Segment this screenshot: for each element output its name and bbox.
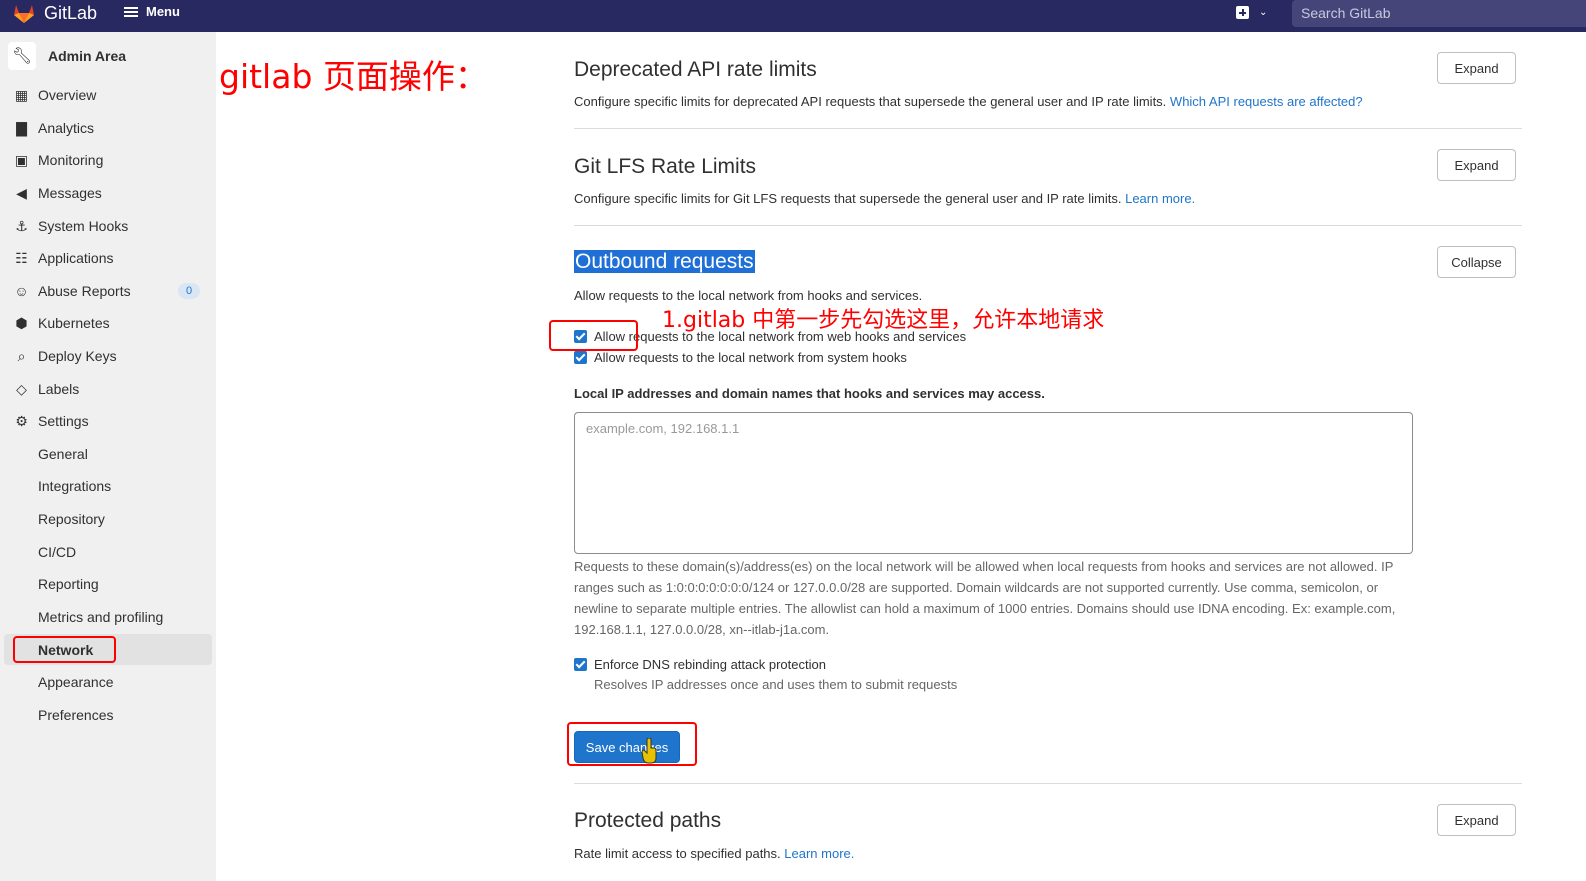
logo-text: GitLab	[44, 2, 98, 23]
chevron-down-icon: ⌄	[1259, 7, 1268, 18]
sidebar-item-label: Settings	[38, 413, 89, 429]
lfs-expand-button[interactable]: Expand	[1437, 149, 1516, 181]
new-dropdown-button[interactable]: ⌄	[1236, 6, 1267, 19]
allow-system-hooks-checkbox[interactable]: Allow requests to the local network from…	[574, 350, 907, 365]
wrench-icon: 🔧︎	[8, 42, 36, 70]
outbound-section-desc: Allow requests to the local network from…	[574, 288, 923, 303]
search-input[interactable]: Search GitLab	[1292, 0, 1586, 27]
allowlist-textarea[interactable]: example.com, 192.168.1.1	[574, 412, 1413, 554]
plus-square-icon	[1236, 6, 1249, 19]
deprecated-section-title: Deprecated API rate limits	[574, 58, 817, 81]
sidebar-item-labels[interactable]: ◇ Labels	[13, 378, 79, 400]
hand-cursor-icon	[641, 738, 657, 764]
annotation-box-save	[567, 722, 697, 766]
allowlist-field-label: Local IP addresses and domain names that…	[574, 386, 1045, 401]
sidebar-item-monitoring[interactable]: ▣ Monitoring	[13, 149, 104, 171]
section-divider	[574, 128, 1522, 129]
gear-icon: ⚙	[15, 412, 28, 429]
monitoring-icon: ▣	[14, 151, 29, 168]
sidebar: 🔧︎ Admin Area ▦ Overview ▇ Analytics ▣ M…	[0, 32, 216, 881]
sidebar-item-abuse-reports[interactable]: ☺ Abuse Reports	[13, 280, 131, 302]
sidebar-item-system-hooks[interactable]: ⚓ System Hooks	[13, 215, 128, 237]
outbound-section-title: Outbound requests	[574, 250, 755, 273]
menu-label: Menu	[146, 4, 180, 19]
sidebar-item-label: System Hooks	[38, 218, 129, 234]
allowlist-help-text: Requests to these domain(s)/address(es) …	[574, 559, 1396, 637]
dns-rebinding-checkbox[interactable]: Enforce DNS rebinding attack protection	[574, 657, 826, 672]
lfs-section-desc: Configure specific limits for Git LFS re…	[574, 191, 1196, 206]
lfs-learn-more-link[interactable]: Learn more.	[1125, 191, 1195, 206]
settings-item-metrics[interactable]: Metrics and profiling	[38, 606, 163, 628]
sidebar-item-analytics[interactable]: ▇ Analytics	[13, 117, 94, 139]
abuse-icon: ☺	[14, 283, 29, 299]
protected-learn-more-link[interactable]: Learn more.	[784, 846, 854, 861]
abuse-count-badge: 0	[178, 283, 200, 299]
sidebar-item-label: Overview	[38, 87, 97, 103]
sidebar-item-messages[interactable]: ◀ Messages	[13, 182, 102, 204]
sidebar-item-kubernetes[interactable]: ⬢ Kubernetes	[13, 312, 110, 334]
menu-button[interactable]: Menu	[124, 4, 180, 19]
dns-rebinding-help: Resolves IP addresses once and uses them…	[594, 677, 958, 692]
sidebar-item-overview[interactable]: ▦ Overview	[13, 84, 96, 106]
gitlab-logo[interactable]: GitLab	[12, 2, 97, 24]
lfs-section-title: Git LFS Rate Limits	[574, 155, 757, 178]
applications-icon: ☷	[15, 249, 28, 266]
hamburger-icon	[124, 6, 138, 17]
top-bar: GitLab Menu ⌄ Search GitLab	[0, 0, 1586, 32]
sidebar-item-label: Labels	[38, 381, 80, 397]
deprecated-expand-button[interactable]: Expand	[1437, 52, 1516, 84]
key-icon: ⌕	[17, 347, 26, 364]
sidebar-item-label: Analytics	[38, 120, 95, 136]
annotation-step1: 1.gitlab 中第一步先勾选这里，允许本地请求	[662, 308, 1105, 333]
sidebar-item-label: Kubernetes	[38, 315, 110, 331]
annotation-box-network	[13, 636, 116, 663]
settings-item-appearance[interactable]: Appearance	[38, 671, 114, 693]
sidebar-item-label: Messages	[38, 185, 102, 201]
kubernetes-icon: ⬢	[15, 314, 28, 331]
sidebar-header[interactable]: 🔧︎ Admin Area	[8, 42, 126, 70]
sidebar-title: Admin Area	[48, 48, 127, 64]
protected-section-title: Protected paths	[574, 809, 722, 832]
settings-item-reporting[interactable]: Reporting	[38, 573, 99, 595]
messages-icon: ◀	[16, 184, 27, 201]
outbound-collapse-button[interactable]: Collapse	[1437, 246, 1516, 278]
label-icon: ◇	[16, 380, 27, 397]
settings-item-cicd[interactable]: CI/CD	[38, 541, 76, 563]
analytics-icon: ▇	[16, 119, 27, 136]
protected-section-desc: Rate limit access to specified paths. Le…	[574, 846, 855, 861]
sidebar-item-applications[interactable]: ☷ Applications	[13, 247, 114, 269]
section-divider	[574, 225, 1522, 226]
sidebar-item-label: Monitoring	[38, 152, 104, 168]
checkbox-checked-icon[interactable]	[574, 351, 587, 364]
annotation-box-checkbox	[549, 320, 638, 351]
gitlab-fox-icon	[14, 5, 34, 23]
sidebar-item-deploy-keys[interactable]: ⌕ Deploy Keys	[13, 345, 117, 367]
settings-item-general[interactable]: General	[38, 443, 88, 465]
hooks-icon: ⚓	[15, 217, 28, 234]
sidebar-item-label: Abuse Reports	[38, 283, 131, 299]
deprecated-section-desc: Configure specific limits for deprecated…	[574, 94, 1363, 109]
protected-expand-button[interactable]: Expand	[1437, 804, 1516, 836]
sidebar-item-settings[interactable]: ⚙ Settings	[13, 410, 89, 432]
annotation-title: gitlab 页面操作：	[219, 57, 488, 96]
settings-item-repository[interactable]: Repository	[38, 508, 105, 530]
overview-icon: ▦	[14, 86, 29, 103]
sidebar-item-label: Deploy Keys	[38, 348, 117, 364]
sidebar-item-label: Applications	[38, 250, 114, 266]
settings-item-integrations[interactable]: Integrations	[38, 475, 111, 497]
deprecated-affected-link[interactable]: Which API requests are affected?	[1170, 94, 1363, 109]
section-divider	[574, 783, 1522, 784]
checkbox-checked-icon[interactable]	[574, 658, 587, 671]
settings-item-preferences[interactable]: Preferences	[38, 704, 113, 726]
